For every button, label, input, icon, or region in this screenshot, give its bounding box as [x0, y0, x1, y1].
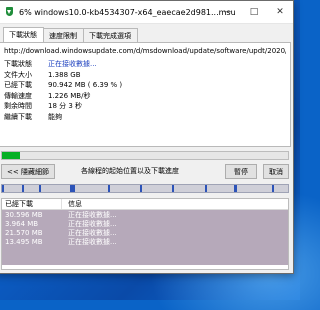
status-row: 繼續下載 能夠	[4, 112, 122, 123]
status-value: 90.942 MB ( 6.39 % )	[48, 81, 123, 90]
status-key: 繼續下載	[4, 112, 32, 121]
chunk-segment	[272, 185, 274, 192]
thread-info: 正在接收數據...	[68, 237, 117, 246]
download-url: http://download.windowsupdate.com/d/msdo…	[4, 47, 286, 55]
minimize-icon: —	[223, 7, 233, 17]
status-key: 傳輸速度	[4, 91, 32, 100]
cancel-button[interactable]: 取消	[263, 164, 289, 179]
tab-strip: 下載狀態 速度限制 下載完成選項	[3, 27, 138, 43]
list-empty-area	[2, 246, 288, 265]
chunk-segment	[172, 185, 174, 192]
title-bar[interactable]: 6% windows10.0-kb4534307-x64_eaecae2d981…	[0, 1, 293, 24]
column-header-info[interactable]: 信息	[62, 199, 82, 209]
chunk-segment	[2, 185, 4, 192]
thread-downloaded: 30.596 MB	[5, 210, 43, 219]
close-icon: ✕	[276, 7, 284, 17]
hide-details-button[interactable]: << 隱藏細節	[1, 164, 55, 179]
chunk-segment	[39, 185, 41, 192]
table-row[interactable]: 30.596 MB 正在接收數據...	[2, 210, 288, 219]
close-button[interactable]: ✕	[267, 1, 293, 23]
minimize-button[interactable]: —	[215, 1, 241, 23]
thread-chunks-bar	[1, 184, 289, 193]
status-row: 傳輸速度 1.226 MB/秒	[4, 91, 122, 102]
threads-list-header: 已經下載 信息	[2, 199, 288, 210]
tab-speed-limit[interactable]: 速度限制	[43, 28, 84, 43]
maximize-button[interactable]: □	[241, 1, 267, 23]
status-value: 1.388 GB	[48, 70, 81, 79]
status-key: 下載狀態	[4, 60, 32, 69]
chunk-segment	[140, 185, 142, 192]
maximize-icon: □	[249, 7, 259, 17]
table-row[interactable]: 3.964 MB 正在接收數據...	[2, 219, 288, 228]
progress-fill	[2, 152, 21, 159]
download-window: 6% windows10.0-kb4534307-x64_eaecae2d981…	[0, 0, 294, 274]
threads-list[interactable]: 已經下載 信息 30.596 MB 正在接收數據... 3.964 MB 正在接收數…	[1, 198, 289, 270]
status-row: 下載狀態 正在接收數據...	[4, 59, 122, 70]
status-value: 正在接收數據...	[48, 60, 97, 69]
status-key: 文件大小	[4, 70, 32, 79]
tab-download-status[interactable]: 下載狀態	[3, 27, 44, 43]
table-row[interactable]: 13.495 MB 正在接收數據...	[2, 237, 288, 246]
status-panel: http://download.windowsupdate.com/d/msdo…	[0, 42, 291, 147]
tab-completion-options[interactable]: 下載完成選項	[83, 28, 138, 43]
status-value: 18 分 3 秒	[48, 102, 83, 111]
thread-downloaded: 21.570 MB	[5, 228, 43, 237]
status-row: 文件大小 1.388 GB	[4, 70, 122, 81]
status-value: 1.226 MB/秒	[48, 91, 91, 100]
chunk-segment	[234, 185, 237, 192]
chunk-segment	[70, 185, 75, 192]
status-info: 下載狀態 正在接收數據... 文件大小 1.388 GB 已經下載 90.942 MB…	[4, 59, 122, 122]
chunk-segment	[22, 185, 24, 192]
chunk-segment	[205, 185, 207, 192]
table-row[interactable]: 21.570 MB 正在接收數據...	[2, 228, 288, 237]
status-row: 已經下載 90.942 MB ( 6.39 % )	[4, 80, 122, 91]
thread-downloaded: 3.964 MB	[5, 219, 39, 228]
status-key: 剩余時間	[4, 102, 32, 111]
download-progress-bar	[1, 151, 289, 160]
button-row: << 隱藏細節 各線程的起始位置以及下載進度 暫停 取消	[1, 164, 289, 179]
column-header-downloaded[interactable]: 已經下載	[2, 199, 62, 209]
download-app-icon	[3, 6, 15, 18]
pause-button[interactable]: 暫停	[225, 164, 257, 179]
status-row: 剩余時間 18 分 3 秒	[4, 101, 122, 112]
status-value: 能夠	[48, 112, 62, 121]
chunk-segment	[108, 185, 110, 192]
threads-caption: 各線程的起始位置以及下載進度	[81, 167, 179, 175]
status-key: 已經下載	[4, 81, 32, 90]
window-title: 6% windows10.0-kb4534307-x64_eaecae2d981…	[19, 7, 236, 17]
thread-downloaded: 13.495 MB	[5, 237, 43, 246]
